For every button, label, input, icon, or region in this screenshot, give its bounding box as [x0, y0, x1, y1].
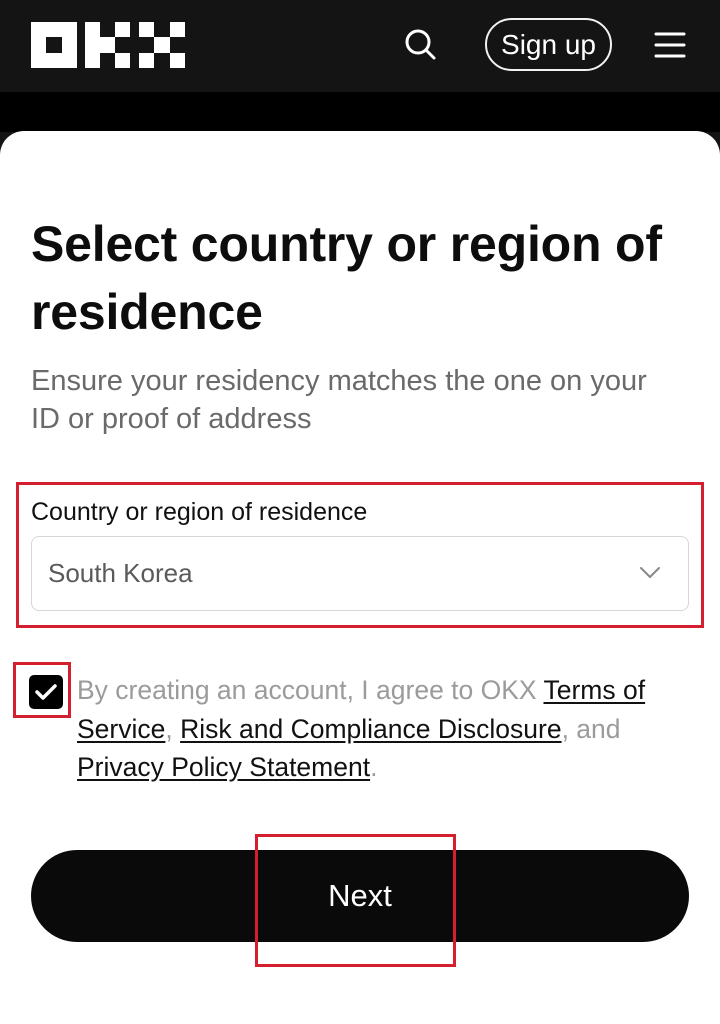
hamburger-menu-icon[interactable]: [654, 30, 686, 60]
highlight-next-button: [255, 834, 456, 967]
terms-consent-text: By creating an account, I agree to OKX T…: [77, 671, 689, 787]
highlight-country-field: [16, 482, 704, 628]
consent-separator-and: , and: [561, 713, 621, 744]
consent-suffix: .: [370, 752, 378, 782]
risk-disclosure-link[interactable]: Risk and Compliance Disclosure: [180, 714, 561, 744]
header-spacer: [0, 92, 720, 132]
page-title: Select country or region of residence: [31, 216, 662, 340]
okx-logo[interactable]: [31, 22, 185, 68]
privacy-policy-link[interactable]: Privacy Policy Statement: [77, 752, 370, 782]
consent-separator: ,: [165, 713, 181, 744]
search-icon[interactable]: [400, 24, 440, 64]
top-navigation-bar: Sign up: [0, 0, 720, 92]
highlight-checkbox: [13, 662, 71, 718]
sign-up-button[interactable]: Sign up: [485, 18, 612, 71]
consent-prefix: By creating an account, I agree to OKX: [77, 675, 544, 705]
page-subtitle: Ensure your residency matches the one on…: [31, 365, 647, 435]
